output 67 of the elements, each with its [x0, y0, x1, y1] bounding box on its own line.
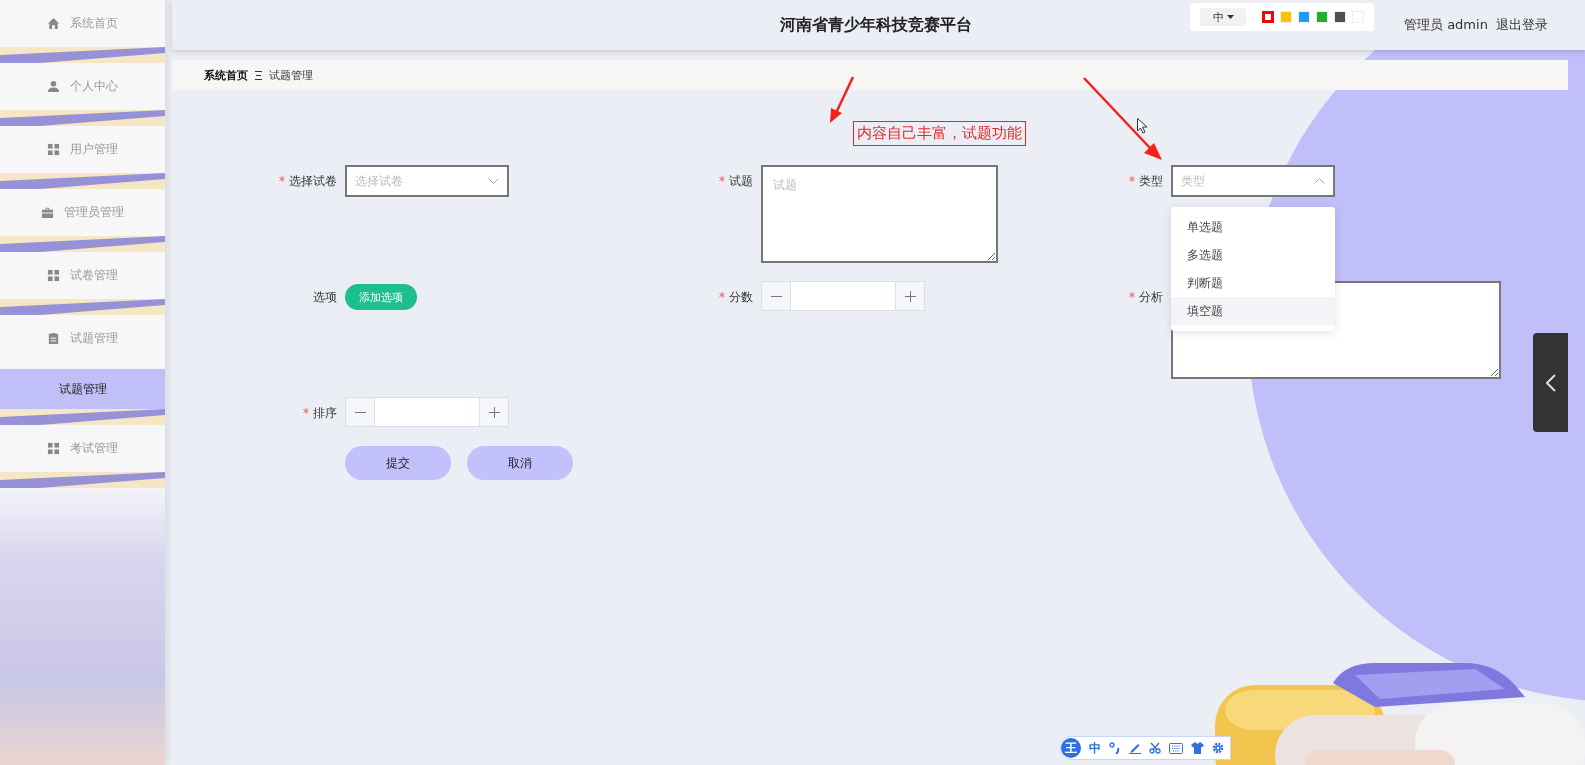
shirt-icon[interactable]: [1191, 742, 1204, 754]
plus-icon: [904, 290, 916, 302]
ime-logo[interactable]: 王: [1061, 738, 1081, 758]
form-button[interactable]: 提交: [345, 446, 451, 480]
language-dropdown[interactable]: 中: [1200, 8, 1246, 26]
chevron-down-icon: [488, 178, 499, 184]
add-option-button[interactable]: 添加选项: [345, 284, 417, 310]
text-area[interactable]: 试题: [761, 165, 998, 263]
color-swatch[interactable]: [1280, 11, 1292, 23]
field-label: 排序: [313, 405, 337, 422]
grid-icon: [47, 442, 60, 455]
grid-icon: [47, 269, 60, 282]
field-label: 分数: [729, 289, 753, 306]
color-swatch[interactable]: [1298, 11, 1310, 23]
chevron-up-icon: [1314, 178, 1325, 184]
field-label: 选项: [313, 289, 337, 306]
user-icon: [47, 80, 60, 93]
sidebar-label: 试卷管理: [70, 267, 118, 284]
plus-button[interactable]: [896, 282, 924, 310]
sidebar-label: 系统首页: [70, 15, 118, 32]
pen-icon[interactable]: [1129, 742, 1141, 754]
minus-icon: [770, 295, 782, 297]
sidebar-label: 管理员管理: [64, 204, 124, 221]
sidebar-item[interactable]: 试题管理: [0, 315, 165, 362]
annotation-note: 内容自己丰富，试题功能: [853, 121, 1026, 146]
dropdown-option[interactable]: 多选题: [1171, 241, 1335, 269]
sidebar-label: 试题管理: [70, 330, 118, 347]
chevron-left-icon: [1545, 373, 1556, 392]
dropdown-option[interactable]: 判断题: [1171, 269, 1335, 297]
plus-icon: [488, 406, 500, 418]
briefcase-icon: [41, 206, 54, 219]
punctuation-icon[interactable]: [1109, 742, 1121, 754]
sidebar-item[interactable]: 个人中心: [0, 63, 165, 110]
sidebar-label: 考试管理: [70, 440, 118, 457]
ime-mode[interactable]: 中: [1089, 739, 1101, 757]
dropdown-option[interactable]: 填空题: [1171, 297, 1335, 325]
form-button[interactable]: 取消: [467, 446, 573, 480]
user-name: 管理员 admin: [1404, 16, 1488, 34]
clipboard-icon: [47, 332, 60, 345]
logout-link[interactable]: 退出登录: [1495, 16, 1548, 34]
sidebar-subitem[interactable]: 试题管理: [0, 369, 165, 409]
breadcrumb-item[interactable]: 系统首页: [204, 67, 248, 83]
arrow-annotation: [827, 75, 857, 125]
caret-icon: [1226, 15, 1234, 19]
minus-icon: [354, 411, 366, 413]
scissors-icon[interactable]: [1149, 742, 1161, 754]
dropdown-option[interactable]: 单选题: [1171, 213, 1335, 241]
keyboard-icon[interactable]: [1169, 742, 1183, 754]
settings-icon[interactable]: [1212, 742, 1224, 754]
sidebar-label: 个人中心: [70, 78, 118, 95]
breadcrumb-item: 试题管理: [269, 67, 313, 83]
number-input[interactable]: [761, 281, 925, 311]
color-swatch[interactable]: [1316, 11, 1328, 23]
grid-icon: [47, 143, 60, 156]
home-icon: [47, 17, 60, 30]
field-label: 类型: [1139, 173, 1163, 190]
field-label: 选择试卷: [289, 173, 337, 190]
sidebar-label: 用户管理: [70, 141, 118, 158]
field-label: 试题: [729, 173, 753, 190]
plus-button[interactable]: [480, 398, 508, 426]
number-input[interactable]: [345, 397, 509, 427]
color-swatch[interactable]: [1262, 11, 1274, 23]
field-label: 分析: [1139, 289, 1163, 306]
cursor-icon: [1137, 118, 1148, 134]
separator-icon: [255, 70, 262, 80]
site-title: 河南省青少年科技竞赛平台: [780, 15, 972, 36]
color-swatch[interactable]: [1334, 11, 1346, 23]
